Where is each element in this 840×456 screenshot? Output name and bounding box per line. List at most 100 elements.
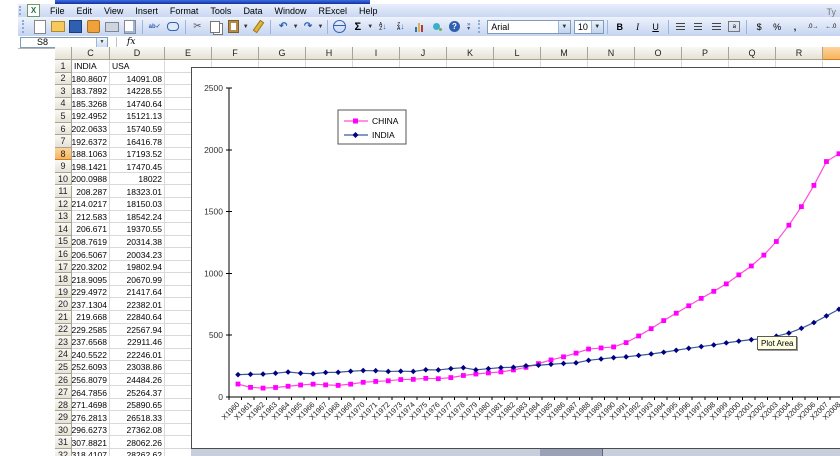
row-header-2[interactable]: 2 bbox=[55, 73, 72, 86]
cell[interactable]: 219.668 bbox=[72, 311, 109, 324]
cell[interactable]: 28262.62 bbox=[110, 449, 164, 456]
toolbar-grip[interactable] bbox=[19, 6, 24, 15]
column-header-G[interactable]: G bbox=[259, 47, 306, 60]
column-header-F[interactable]: F bbox=[212, 47, 259, 60]
row-header-27[interactable]: 27 bbox=[55, 386, 72, 399]
font-name-dropdown-icon[interactable]: ▼ bbox=[558, 21, 570, 33]
cell[interactable]: 212.583 bbox=[72, 211, 109, 224]
cell[interactable]: 22840.64 bbox=[110, 311, 164, 324]
cell[interactable]: 28062.26 bbox=[110, 437, 164, 450]
row-header-32[interactable]: 32 bbox=[55, 449, 72, 456]
cell[interactable]: 180.8607 bbox=[72, 73, 109, 86]
column-header-D[interactable]: D bbox=[110, 47, 165, 60]
cell[interactable]: 22911.46 bbox=[110, 336, 164, 349]
row-header-4[interactable]: 4 bbox=[55, 98, 72, 111]
currency-button[interactable]: $ bbox=[751, 19, 767, 35]
cell[interactable]: 240.5522 bbox=[72, 349, 109, 362]
row-header-17[interactable]: 17 bbox=[55, 261, 72, 274]
permission-icon[interactable] bbox=[86, 19, 102, 35]
cell[interactable]: 14740.64 bbox=[110, 98, 164, 111]
row-header-6[interactable]: 6 bbox=[55, 123, 72, 136]
column-header-K[interactable]: K bbox=[447, 47, 494, 60]
cell[interactable]: 218.9095 bbox=[72, 273, 109, 286]
row-header-7[interactable]: 7 bbox=[55, 135, 72, 148]
cell[interactable]: 17193.52 bbox=[110, 148, 164, 161]
row-header-5[interactable]: 5 bbox=[55, 110, 72, 123]
cell[interactable]: 22246.01 bbox=[110, 349, 164, 362]
menu-file[interactable]: File bbox=[44, 5, 71, 17]
row-header-28[interactable]: 28 bbox=[55, 399, 72, 412]
row-header-3[interactable]: 3 bbox=[55, 85, 72, 98]
column-header-Q[interactable]: Q bbox=[729, 47, 776, 60]
column-header-R[interactable]: R bbox=[776, 47, 823, 60]
menu-edit[interactable]: Edit bbox=[71, 5, 99, 17]
cell[interactable]: 220.3202 bbox=[72, 261, 109, 274]
redo-icon[interactable]: ↷ bbox=[300, 19, 316, 35]
cell[interactable]: 14228.55 bbox=[110, 85, 164, 98]
toolbar-grip[interactable] bbox=[22, 20, 27, 33]
column-header-I[interactable]: I bbox=[353, 47, 400, 60]
menu-window[interactable]: Window bbox=[268, 5, 312, 17]
cell[interactable]: 276.2813 bbox=[72, 411, 109, 424]
row-header-25[interactable]: 25 bbox=[55, 361, 72, 374]
row-header-18[interactable]: 18 bbox=[55, 273, 72, 286]
cell[interactable]: 22382.01 bbox=[110, 298, 164, 311]
column-header-L[interactable]: L bbox=[494, 47, 541, 60]
cell[interactable]: 192.6372 bbox=[72, 135, 109, 148]
cell[interactable]: 19802.94 bbox=[110, 261, 164, 274]
cut-icon[interactable]: ✂ bbox=[190, 19, 206, 35]
row-header-21[interactable]: 21 bbox=[55, 311, 72, 324]
cell[interactable]: 192.4952 bbox=[72, 110, 109, 123]
column-header-O[interactable]: O bbox=[635, 47, 682, 60]
cell[interactable]: 237.1304 bbox=[72, 298, 109, 311]
menu-view[interactable]: View bbox=[98, 5, 129, 17]
cell[interactable]: 206.5067 bbox=[72, 248, 109, 261]
cell[interactable]: 17470.45 bbox=[110, 160, 164, 173]
merge-center-icon[interactable]: a bbox=[726, 19, 742, 35]
row-header-30[interactable]: 30 bbox=[55, 424, 72, 437]
spelling-icon[interactable]: ab✓ bbox=[147, 19, 163, 35]
cell[interactable]: 21417.64 bbox=[110, 286, 164, 299]
cell[interactable]: 20034.23 bbox=[110, 248, 164, 261]
menu-rexcel[interactable]: RExcel bbox=[312, 5, 353, 17]
cell[interactable]: 318.4107 bbox=[72, 449, 109, 456]
cell[interactable]: 296.6273 bbox=[72, 424, 109, 437]
cell[interactable]: 208.7619 bbox=[72, 236, 109, 249]
sort-descending-icon[interactable]: ZA↓ bbox=[393, 19, 409, 35]
row-header-10[interactable]: 10 bbox=[55, 173, 72, 186]
select-all-corner[interactable] bbox=[55, 47, 72, 60]
toolbar-options-icon[interactable]: »▾ bbox=[463, 18, 474, 35]
column-header-S[interactable]: S bbox=[823, 47, 840, 60]
undo-dropdown-icon[interactable]: ▼ bbox=[292, 19, 299, 35]
column-header-H[interactable]: H bbox=[306, 47, 353, 60]
menu-help[interactable]: Help bbox=[353, 5, 384, 17]
percent-button[interactable]: % bbox=[769, 19, 785, 35]
type-question-box[interactable]: Ty bbox=[826, 7, 836, 17]
formula-input[interactable] bbox=[141, 37, 840, 47]
decrease-decimal-icon[interactable]: ←.0 bbox=[823, 19, 839, 35]
cell[interactable]: 18022 bbox=[110, 173, 164, 186]
cell[interactable]: 14091.08 bbox=[110, 73, 164, 86]
cell[interactable]: 252.6093 bbox=[72, 361, 109, 374]
row-header-8[interactable]: 8 bbox=[55, 148, 72, 161]
print-preview-icon[interactable] bbox=[122, 19, 138, 35]
cell[interactable]: INDIA bbox=[72, 60, 109, 73]
print-icon[interactable] bbox=[104, 19, 120, 35]
cell[interactable]: 26518.33 bbox=[110, 411, 164, 424]
autosum-icon[interactable]: Σ bbox=[350, 19, 366, 35]
embedded-chart[interactable]: 05001000150020002500X1960X1961X1962X1963… bbox=[191, 67, 840, 449]
cell[interactable]: 206.671 bbox=[72, 223, 109, 236]
bold-button[interactable]: B bbox=[612, 19, 628, 35]
font-size-dropdown-icon[interactable]: ▼ bbox=[591, 21, 603, 33]
column-header-P[interactable]: P bbox=[682, 47, 729, 60]
cell[interactable]: 264.7856 bbox=[72, 386, 109, 399]
sort-ascending-icon[interactable]: AZ↓ bbox=[375, 19, 391, 35]
cell[interactable]: 188.1063 bbox=[72, 148, 109, 161]
row-header-14[interactable]: 14 bbox=[55, 223, 72, 236]
cell[interactable]: 27362.08 bbox=[110, 424, 164, 437]
cell[interactable]: 229.4972 bbox=[72, 286, 109, 299]
cell[interactable]: 214.0217 bbox=[72, 198, 109, 211]
row-header-9[interactable]: 9 bbox=[55, 160, 72, 173]
new-icon[interactable] bbox=[32, 19, 48, 35]
name-box[interactable]: S8 ▼ bbox=[20, 37, 108, 48]
